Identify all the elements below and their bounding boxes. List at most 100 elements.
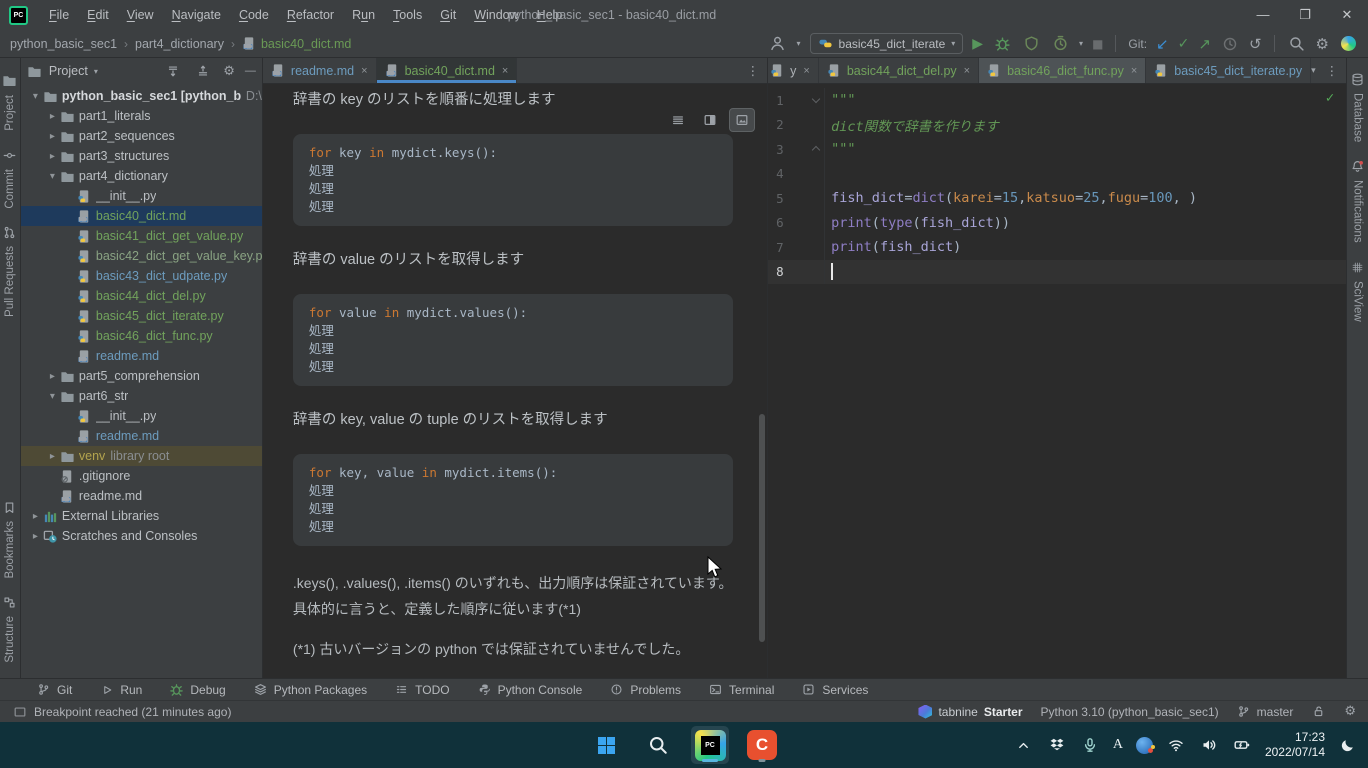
volume-icon[interactable] — [1199, 735, 1219, 755]
tool-window-button-run[interactable]: Run — [99, 680, 142, 700]
hide-panel-icon[interactable]: — — [245, 65, 256, 77]
tree-item[interactable]: __init__.py — [21, 186, 262, 206]
status-message[interactable]: Breakpoint reached (21 minutes ago) — [34, 705, 231, 719]
microphone-icon[interactable] — [1080, 735, 1100, 755]
tab-close-icon[interactable]: × — [1131, 65, 1137, 77]
maximize-button[interactable]: ❐ — [1284, 0, 1326, 30]
wifi-icon[interactable] — [1166, 735, 1186, 755]
tool-window-button-python-packages[interactable]: Python Packages — [253, 680, 367, 700]
tab-close-icon[interactable]: × — [502, 65, 508, 77]
user-icon[interactable] — [768, 34, 788, 54]
editor-line[interactable]: 5fish_dict = dict(karei=15, katsuo=25, f… — [768, 186, 1346, 211]
tab-close-icon[interactable]: × — [361, 65, 367, 77]
code-editor[interactable]: ✓ 1"""2dict関数で辞書を作ります3"""45fish_dict = d… — [768, 84, 1346, 678]
interpreter-selector[interactable]: Python 3.10 (python_basic_sec1) — [1041, 705, 1219, 719]
editor-tab-basic44_dict_del-py[interactable]: basic44_dict_del.py× — [819, 58, 979, 83]
tree-item[interactable]: MDreadme.md — [21, 486, 262, 506]
lock-icon[interactable] — [1311, 702, 1326, 722]
tree-chevron-icon[interactable]: ▸ — [46, 131, 59, 142]
tree-item[interactable]: ▸part5_comprehension — [21, 366, 262, 386]
tray-chevron-up-icon[interactable] — [1014, 735, 1034, 755]
profiler-button[interactable] — [1050, 34, 1070, 54]
tree-chevron-icon[interactable]: ▸ — [29, 531, 42, 542]
tree-item[interactable]: MDreadme.md — [21, 426, 262, 446]
tool-window-stripe-commit[interactable]: Commit — [3, 149, 16, 209]
tree-item[interactable]: basic46_dict_func.py — [21, 326, 262, 346]
view-split-icon[interactable] — [697, 108, 723, 132]
tree-item[interactable]: ▸External Libraries — [21, 506, 262, 526]
tab-options-kebab-icon[interactable]: ⋮ — [1326, 63, 1339, 78]
tree-item[interactable]: ▸part3_structures — [21, 146, 262, 166]
menu-item-git[interactable]: Git — [431, 0, 465, 30]
breadcrumb-item[interactable]: part4_dictionary — [135, 37, 224, 51]
taskbar-pycharm-button[interactable]: PC — [691, 726, 729, 764]
tree-item[interactable]: MDbasic40_dict.md — [21, 206, 262, 226]
tree-item[interactable]: ▸part1_literals — [21, 106, 262, 126]
editor-tab-y[interactable]: y× — [768, 58, 819, 83]
tool-window-stripe-project[interactable]: Project — [2, 73, 17, 131]
tree-item[interactable]: ▸Scratches and Consoles — [21, 526, 262, 546]
menu-item-file[interactable]: File — [40, 0, 78, 30]
tree-chevron-icon[interactable]: ▸ — [46, 111, 59, 122]
tree-item[interactable]: ▸venvlibrary root — [21, 446, 262, 466]
run-button[interactable]: ▶ — [972, 36, 983, 52]
tray-app-icon[interactable] — [1136, 737, 1153, 754]
menu-item-refactor[interactable]: Refactor — [278, 0, 343, 30]
tree-chevron-icon[interactable]: ▸ — [29, 511, 42, 522]
close-button[interactable]: ✕ — [1326, 0, 1368, 30]
rollback-button[interactable]: ↺ — [1249, 35, 1262, 53]
view-editor-only-icon[interactable] — [665, 108, 691, 132]
tab-close-icon[interactable]: × — [964, 65, 970, 77]
tree-chevron-icon[interactable]: ▸ — [46, 371, 59, 382]
status-window-icon[interactable] — [12, 702, 28, 722]
git-commit-button[interactable]: ✓ — [1178, 36, 1190, 52]
night-mode-icon[interactable] — [1338, 735, 1358, 755]
view-preview-only-icon[interactable] — [729, 108, 755, 132]
tree-chevron-icon[interactable]: ▸ — [46, 451, 59, 462]
tree-item[interactable]: __init__.py — [21, 406, 262, 426]
tab-close-icon[interactable]: × — [803, 65, 809, 77]
tool-window-stripe-notifications[interactable]: Notifications — [1351, 160, 1364, 243]
tool-window-stripe-structure[interactable]: Structure — [3, 596, 16, 663]
tool-window-stripe-bookmarks[interactable]: Bookmarks — [3, 501, 16, 579]
project-panel-title[interactable]: Project — [49, 64, 88, 78]
tool-window-button-terminal[interactable]: Terminal — [708, 680, 774, 700]
tree-item[interactable]: ▾python_basic_sec1 [python_basic]D:\ — [21, 86, 262, 106]
editor-line[interactable]: 1""" — [768, 88, 1346, 113]
tree-item[interactable]: basic45_dict_iterate.py — [21, 306, 262, 326]
tree-item[interactable]: basic43_dict_udpate.py — [21, 266, 262, 286]
menu-item-navigate[interactable]: Navigate — [163, 0, 230, 30]
search-everywhere-icon[interactable] — [1287, 34, 1307, 54]
menu-item-tools[interactable]: Tools — [384, 0, 431, 30]
breadcrumb-item[interactable]: basic40_dict.md — [261, 37, 351, 51]
taskbar-search-button[interactable] — [639, 726, 677, 764]
python-settings-icon[interactable]: ⚙ — [1344, 704, 1356, 719]
tool-window-button-debug[interactable]: Debug — [169, 680, 225, 700]
git-update-button[interactable]: ↙ — [1156, 35, 1169, 53]
tabnine-toolbar-icon[interactable] — [1338, 34, 1358, 54]
fold-marker-icon[interactable] — [812, 146, 820, 154]
menu-item-view[interactable]: View — [118, 0, 163, 30]
menu-item-code[interactable]: Code — [230, 0, 278, 30]
project-dropdown-icon[interactable]: ▾ — [94, 67, 98, 76]
tool-window-button-python-console[interactable]: Python Console — [477, 680, 583, 700]
tree-item[interactable]: ▾part4_dictionary — [21, 166, 262, 186]
fold-marker-icon[interactable] — [812, 95, 820, 103]
menu-item-edit[interactable]: Edit — [78, 0, 118, 30]
minimize-button[interactable]: — — [1242, 0, 1284, 30]
editor-tab-readme-md[interactable]: MDreadme.md× — [263, 58, 377, 83]
taskbar-clock[interactable]: 17:23 2022/07/14 — [1265, 730, 1325, 760]
tree-item[interactable]: basic44_dict_del.py — [21, 286, 262, 306]
editor-line[interactable]: 4 — [768, 162, 1346, 187]
user-dropdown-icon[interactable]: ▾ — [797, 39, 801, 48]
tree-chevron-icon[interactable]: ▾ — [29, 91, 42, 102]
tree-item[interactable]: basic42_dict_get_value_key.py — [21, 246, 262, 266]
editor-line[interactable]: 8 — [768, 260, 1346, 285]
tree-item[interactable]: .gitignore — [21, 466, 262, 486]
git-branch-selector[interactable]: master — [1237, 702, 1294, 722]
run-config-select[interactable]: basic45_dict_iterate ▾ — [810, 33, 964, 54]
tree-chevron-icon[interactable]: ▾ — [46, 171, 59, 182]
hidden-tabs-chevron-icon[interactable]: ▾ — [1311, 66, 1316, 76]
preview-scrollbar[interactable] — [759, 414, 765, 642]
history-button[interactable] — [1220, 34, 1240, 54]
